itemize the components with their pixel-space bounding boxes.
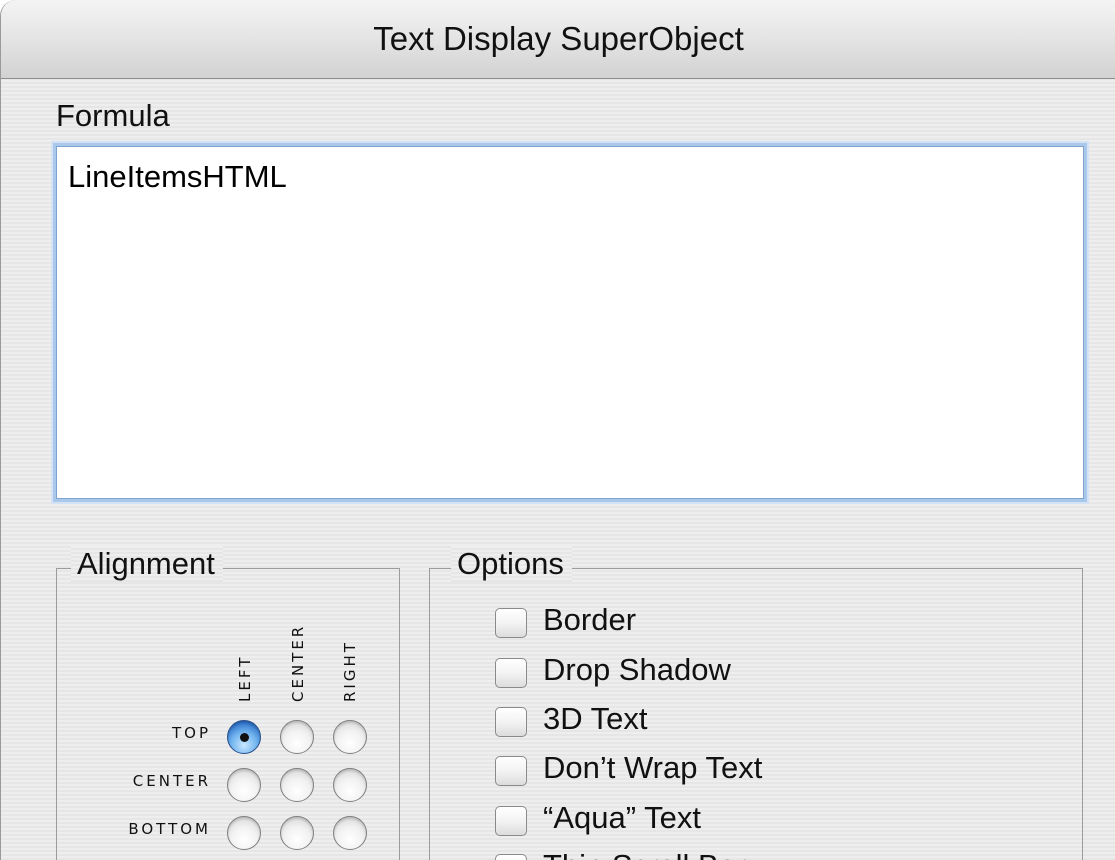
align-center-left-radio[interactable] [227,768,261,802]
alignment-group-label: Alignment [71,546,223,582]
drop-shadow-checkbox[interactable] [495,658,527,688]
drop-shadow-label[interactable]: Drop Shadow [543,652,731,688]
options-group-label: Options [451,546,572,582]
align-top-left-radio[interactable] [227,720,261,754]
options-group [429,568,1083,860]
align-bottom-right-radio[interactable] [333,816,367,850]
align-top-center-radio[interactable] [280,720,314,754]
row-label-center: CENTER [132,772,211,790]
aqua-text-label[interactable]: “Aqua” Text [543,800,701,836]
radio-selected-dot [240,733,249,742]
column-label-left: LEFT [236,654,254,702]
formula-textarea[interactable]: LineItemsHTML [56,146,1084,499]
thin-scroll-bar-label[interactable]: Thin Scroll Bar [543,848,746,860]
align-center-center-radio[interactable] [280,768,314,802]
title-bar[interactable]: Text Display SuperObject [1,0,1115,79]
align-bottom-left-radio[interactable] [227,816,261,850]
formula-text[interactable]: LineItemsHTML [68,159,287,195]
dialog-window: Text Display SuperObject Formula LineIte… [0,0,1115,860]
align-top-right-radio[interactable] [333,720,367,754]
dont-wrap-text-label[interactable]: Don’t Wrap Text [543,750,762,786]
3d-text-label[interactable]: 3D Text [543,701,648,737]
window-title: Text Display SuperObject [373,20,744,57]
column-label-center: CENTER [289,623,307,702]
dont-wrap-text-checkbox[interactable] [495,756,527,786]
border-checkbox[interactable] [495,608,527,638]
formula-label: Formula [56,98,170,133]
aqua-text-checkbox[interactable] [495,806,527,836]
3d-text-checkbox[interactable] [495,707,527,737]
column-label-right: RIGHT [341,640,359,702]
row-label-bottom: BOTTOM [128,820,211,838]
thin-scroll-bar-checkbox[interactable] [495,854,527,860]
row-label-top: TOP [171,724,211,742]
align-bottom-center-radio[interactable] [280,816,314,850]
border-label[interactable]: Border [543,602,636,638]
align-center-right-radio[interactable] [333,768,367,802]
